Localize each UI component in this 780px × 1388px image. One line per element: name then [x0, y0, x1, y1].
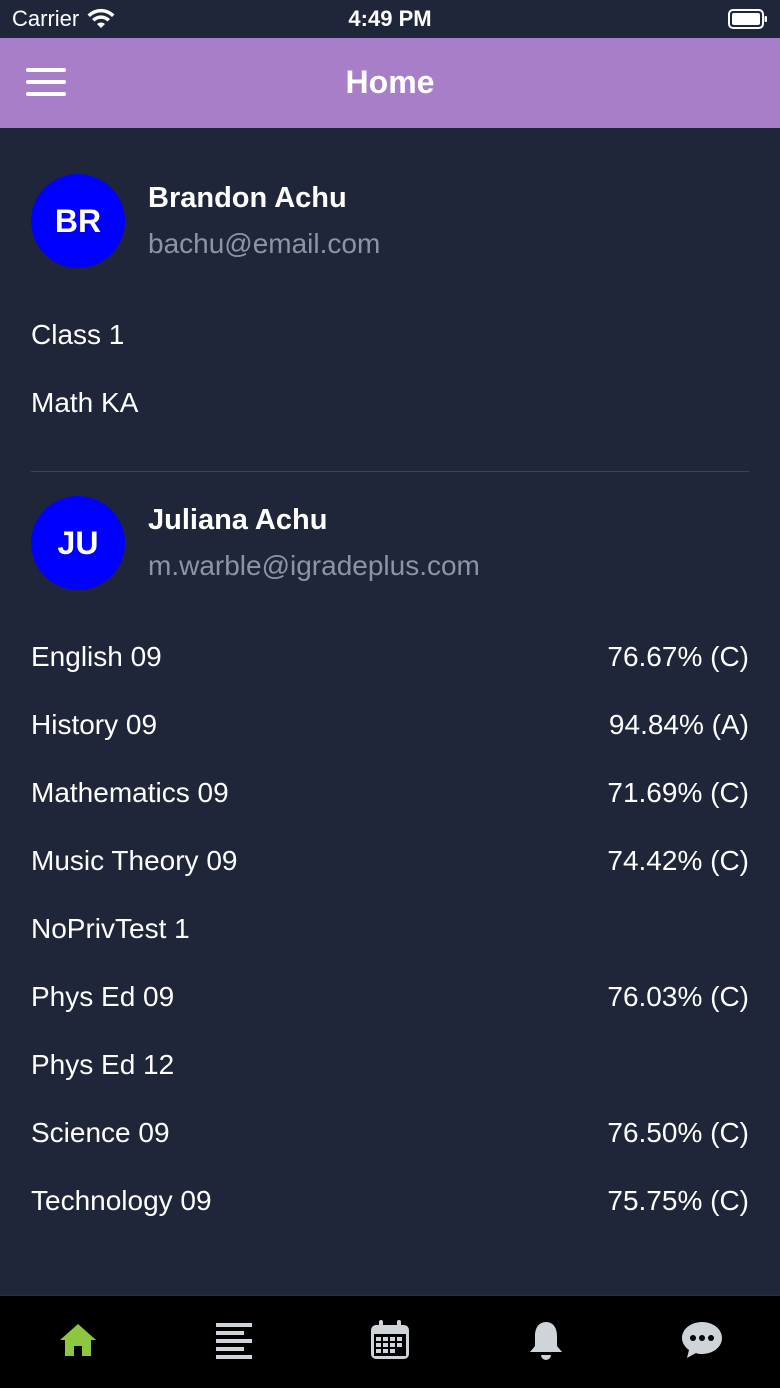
home-icon	[60, 1324, 96, 1356]
nav-bar: Home	[0, 38, 780, 128]
tab-home[interactable]	[56, 1318, 100, 1362]
course-row[interactable]: Class 1	[31, 319, 749, 359]
course-name: English 09	[31, 641, 162, 672]
clock: 4:49 PM	[348, 6, 432, 31]
course-grade: 76.50% (C)	[607, 1117, 749, 1148]
course-name: Phys Ed 12	[31, 1049, 175, 1080]
status-bar: Carrier 4:49 PM	[0, 0, 780, 38]
tab-notifications[interactable]	[524, 1318, 568, 1362]
course-name: History 09	[31, 709, 158, 740]
student-email: m.warble@igradeplus.com	[148, 550, 480, 581]
course-grade: 74.42% (C)	[607, 845, 749, 876]
tab-list[interactable]	[212, 1318, 256, 1362]
course-row[interactable]: History 09 94.84% (A)	[31, 709, 749, 749]
course-row[interactable]: Music Theory 09 74.42% (C)	[31, 845, 749, 885]
divider	[31, 471, 749, 472]
chat-icon	[682, 1322, 722, 1358]
course-grade: 94.84% (A)	[608, 709, 749, 740]
student-name: Juliana Achu	[148, 504, 328, 536]
course-name: Mathematics 09	[31, 777, 229, 808]
course-row[interactable]: Science 09 76.50% (C)	[31, 1117, 749, 1157]
course-name: Math KA	[31, 387, 139, 418]
student-email: bachu@email.com	[148, 228, 381, 259]
course-grade: 71.69% (C)	[607, 777, 749, 808]
course-row[interactable]: NoPrivTest 1	[31, 913, 749, 953]
course-grade: 76.67% (C)	[607, 641, 749, 672]
course-name: Science 09	[31, 1117, 170, 1148]
course-name: Technology 09	[31, 1185, 212, 1216]
course-grade: 75.75% (C)	[607, 1185, 749, 1216]
avatar: JU	[31, 496, 125, 590]
avatar: BR	[31, 174, 125, 268]
course-name: Class 1	[31, 319, 125, 350]
course-grade: 76.03% (C)	[607, 981, 749, 1012]
tab-bar	[0, 1295, 780, 1388]
course-row[interactable]: English 09 76.67% (C)	[31, 641, 749, 681]
page-title: Home	[345, 64, 435, 100]
course-name: Phys Ed 09	[31, 981, 175, 1012]
course-name: Music Theory 09	[31, 845, 238, 876]
course-row[interactable]: Phys Ed 09 76.03% (C)	[31, 981, 749, 1021]
course-name: NoPrivTest 1	[31, 913, 190, 944]
course-row[interactable]: Math KA	[31, 387, 749, 427]
bell-icon	[530, 1322, 562, 1360]
battery-icon	[728, 9, 767, 29]
course-row[interactable]: Mathematics 09 71.69% (C)	[31, 777, 749, 817]
tab-messages[interactable]	[680, 1318, 724, 1362]
calendar-icon	[371, 1320, 409, 1359]
list-icon	[216, 1323, 252, 1359]
student-name: Brandon Achu	[148, 182, 347, 214]
tab-calendar[interactable]	[368, 1318, 412, 1362]
course-row[interactable]: Phys Ed 12	[31, 1049, 749, 1089]
course-row[interactable]: Technology 09 75.75% (C)	[31, 1185, 749, 1225]
